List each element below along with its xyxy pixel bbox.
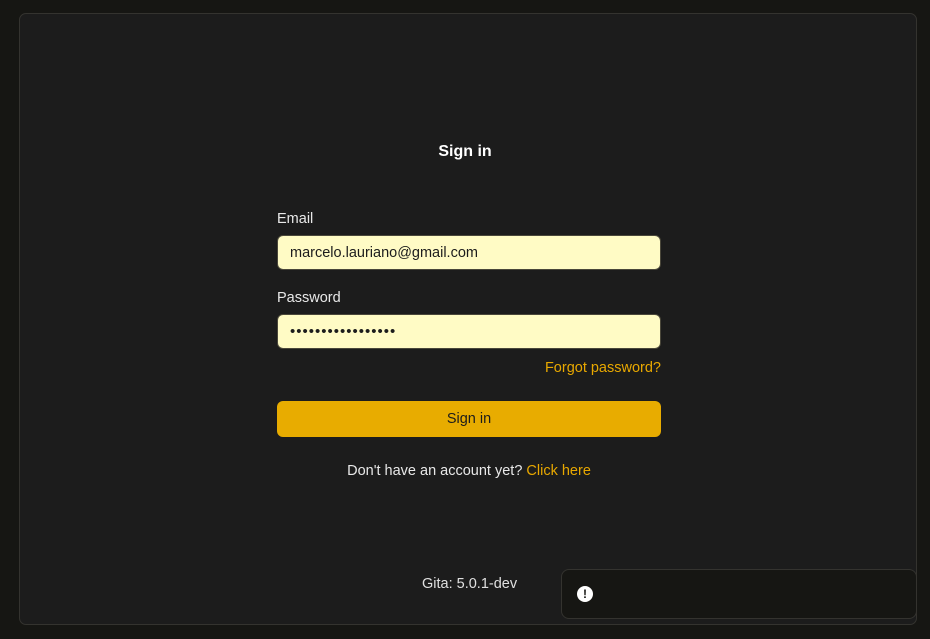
password-field[interactable]: ••••••••••••••••• bbox=[277, 314, 661, 349]
page-title: Sign in bbox=[438, 143, 492, 160]
password-label: Password bbox=[277, 290, 341, 306]
signup-text: Don't have an account yet? bbox=[347, 463, 523, 479]
login-form: Email Password ••••••••••••••••• Forgot … bbox=[277, 210, 661, 481]
email-label: Email bbox=[277, 211, 314, 227]
sign-in-button[interactable]: Sign in bbox=[277, 401, 661, 437]
exclamation-circle-icon: ! bbox=[577, 586, 593, 602]
email-field[interactable] bbox=[277, 235, 661, 270]
toast-notification[interactable]: ! bbox=[561, 569, 917, 619]
forgot-password-link[interactable]: Forgot password? bbox=[277, 359, 661, 378]
signup-link[interactable]: Click here bbox=[526, 463, 590, 479]
version-label: Gita: 5.0.1-dev bbox=[422, 576, 518, 592]
signup-prompt: Don't have an account yet? Click here bbox=[277, 462, 661, 481]
